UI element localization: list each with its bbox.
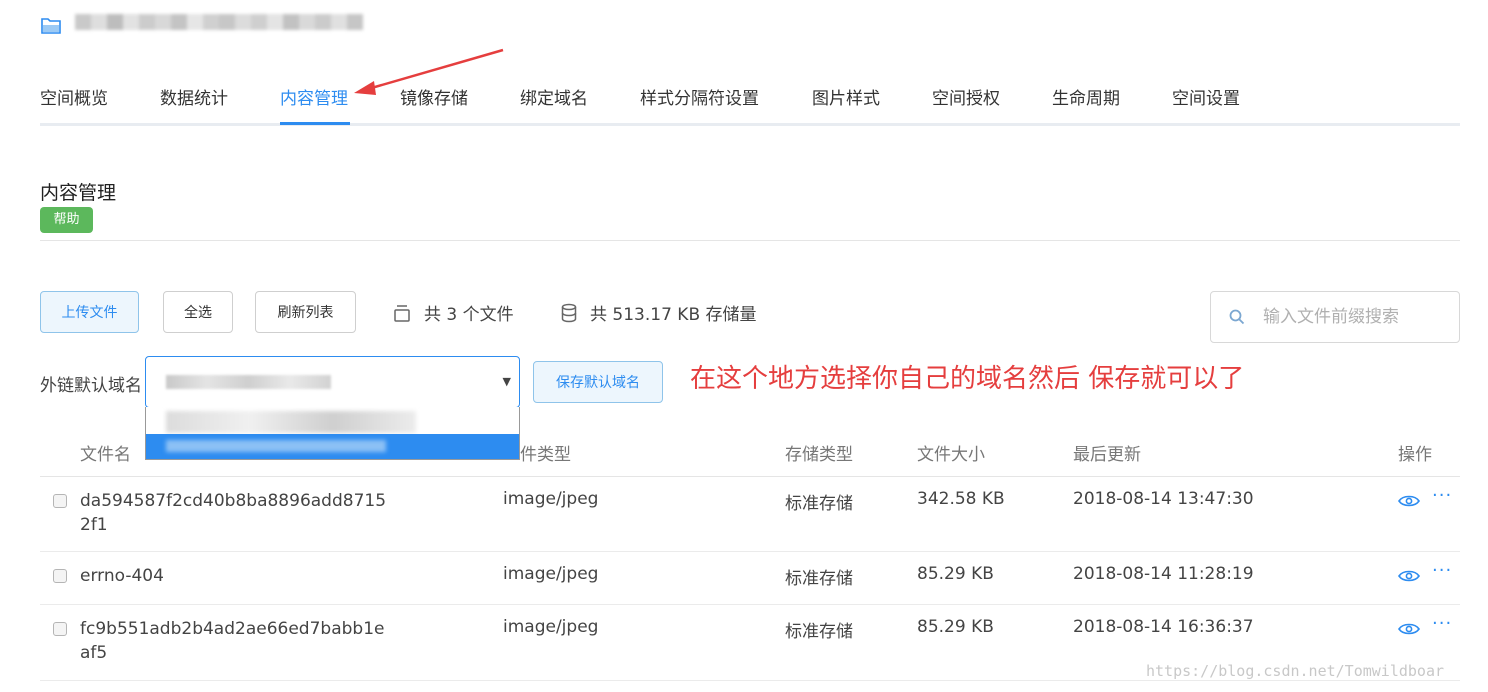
eye-icon[interactable]: [1398, 622, 1420, 636]
eye-icon[interactable]: [1398, 494, 1420, 508]
header-file-size: 文件大小: [917, 445, 985, 465]
default-domain-label: 外链默认域名: [40, 376, 142, 396]
table-header: 文件名 件类型 存储类型 文件大小 最后更新 操作: [40, 426, 1460, 477]
last-updated: 2018-08-14 13:47:30: [1073, 489, 1254, 509]
header-file-type: 件类型: [520, 445, 571, 465]
tab-space-settings[interactable]: 空间设置: [1172, 84, 1240, 109]
header-file-name: 文件名: [80, 445, 131, 465]
select-all-button[interactable]: 全选: [163, 291, 233, 333]
tab-content-management[interactable]: 内容管理: [280, 84, 348, 109]
file-type: image/jpeg: [503, 617, 599, 637]
search-icon: [1229, 309, 1245, 325]
selected-domain-redacted: [166, 375, 331, 389]
tab-space-authorization[interactable]: 空间授权: [932, 84, 1000, 109]
more-icon[interactable]: ···: [1432, 485, 1452, 506]
tab-lifecycle[interactable]: 生命周期: [1052, 84, 1120, 109]
search-input[interactable]: [1263, 307, 1443, 327]
help-button[interactable]: 帮助: [40, 207, 93, 233]
storage-text: 共 513.17 KB 存储量: [590, 305, 757, 325]
annotation-arrow: [354, 48, 504, 95]
file-name: da594587f2cd40b8ba8896add87152f1: [80, 491, 387, 535]
tab-statistics[interactable]: 数据统计: [160, 84, 228, 109]
last-updated: 2018-08-14 16:36:37: [1073, 617, 1254, 637]
chevron-down-icon: ▼: [502, 375, 511, 388]
file-name: fc9b551adb2b4ad2ae66ed7babb1eaf5: [80, 619, 385, 663]
upload-file-button[interactable]: 上传文件: [40, 291, 139, 333]
more-icon[interactable]: ···: [1432, 560, 1452, 581]
storage-space-icon: [41, 18, 61, 34]
database-icon: [561, 303, 577, 322]
header-last-updated: 最后更新: [1073, 445, 1141, 465]
section-divider: [40, 240, 1460, 241]
last-updated: 2018-08-14 11:28:19: [1073, 564, 1254, 584]
annotation-text: 在这个地方选择你自己的域名然后 保存就可以了: [690, 364, 1245, 394]
tab-bind-domain[interactable]: 绑定域名: [520, 84, 588, 109]
watermark: https://blog.csdn.net/Tomwildboar: [1146, 662, 1445, 680]
file-name: errno-404: [80, 566, 164, 586]
header-actions: 操作: [1398, 445, 1432, 465]
save-default-domain-button[interactable]: 保存默认域名: [533, 361, 663, 403]
space-tabs: 空间概览 数据统计 内容管理 镜像存储 绑定域名 样式分隔符设置 图片样式 空间…: [40, 78, 1460, 126]
page-title: 内容管理: [40, 182, 117, 204]
search-box[interactable]: [1210, 291, 1460, 343]
eye-icon[interactable]: [1398, 569, 1420, 583]
header-storage-type: 存储类型: [785, 445, 853, 465]
file-count-text: 共 3 个文件: [424, 305, 514, 325]
row-checkbox[interactable]: [53, 622, 67, 636]
table-row: errno-404 image/jpeg 标准存储 85.29 KB 2018-…: [40, 552, 1460, 605]
space-name-redacted: [75, 14, 363, 30]
active-tab-indicator: [280, 122, 350, 125]
refresh-list-button[interactable]: 刷新列表: [255, 291, 356, 333]
row-checkbox[interactable]: [53, 494, 67, 508]
file-type: image/jpeg: [503, 564, 599, 584]
tab-image-style[interactable]: 图片样式: [812, 84, 880, 109]
storage-type: 标准存储: [785, 622, 853, 642]
file-size: 85.29 KB: [917, 564, 994, 584]
row-checkbox[interactable]: [53, 569, 67, 583]
default-domain-select[interactable]: ▼: [145, 356, 520, 408]
tab-style-separator[interactable]: 样式分隔符设置: [640, 84, 759, 109]
more-icon[interactable]: ···: [1432, 613, 1452, 634]
file-size: 85.29 KB: [917, 617, 994, 637]
file-size: 342.58 KB: [917, 489, 1005, 509]
storage-type: 标准存储: [785, 494, 853, 514]
box-icon: [394, 304, 410, 322]
tab-overview[interactable]: 空间概览: [40, 84, 108, 109]
file-type: image/jpeg: [503, 489, 599, 509]
storage-info: 共 513.17 KB 存储量: [560, 300, 757, 325]
file-count-info: 共 3 个文件: [392, 300, 514, 325]
table-row: da594587f2cd40b8ba8896add87152f1 image/j…: [40, 477, 1460, 552]
storage-type: 标准存储: [785, 569, 853, 589]
